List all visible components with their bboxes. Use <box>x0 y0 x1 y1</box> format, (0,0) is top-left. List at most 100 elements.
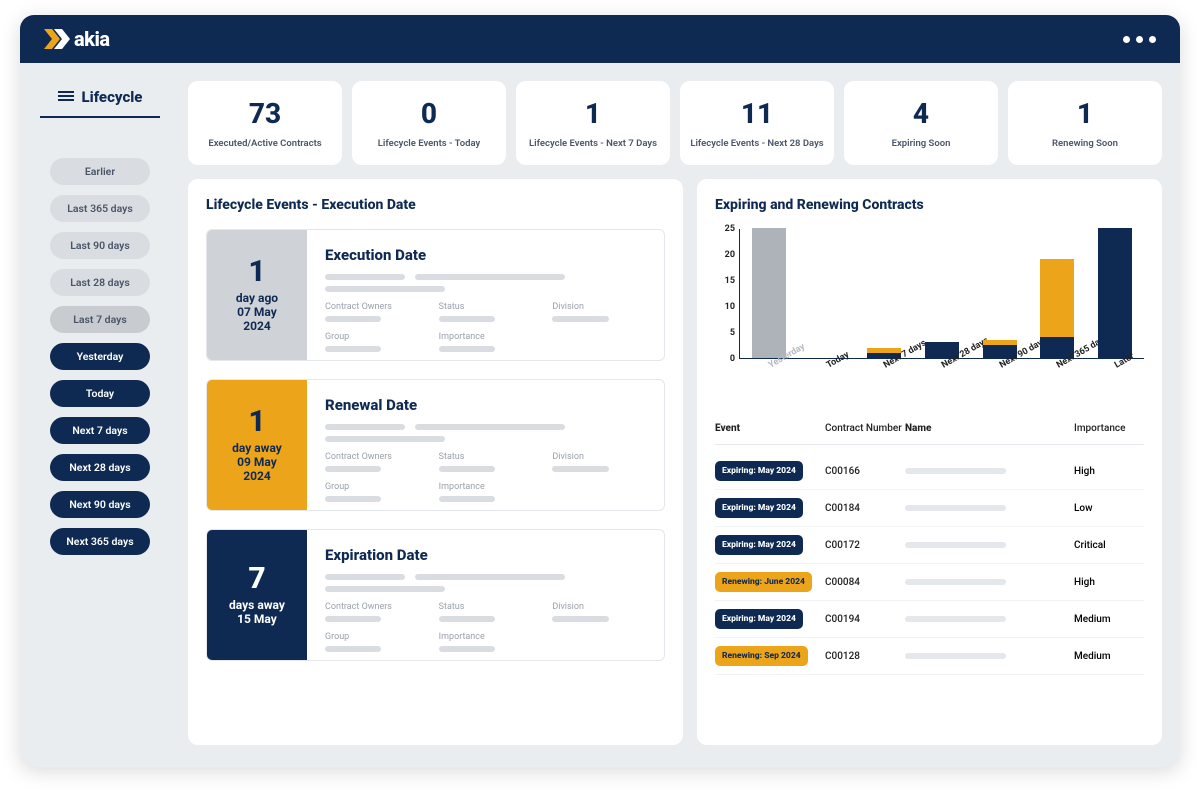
stat-value: 1 <box>524 97 662 130</box>
event-title: Expiration Date <box>325 546 646 564</box>
contract-name <box>905 542 1074 548</box>
logo-mark-icon <box>44 29 70 49</box>
filter-pill[interactable]: Last 90 days <box>50 232 150 259</box>
stat-card: 4 Expiring Soon <box>844 81 998 165</box>
contract-name <box>905 505 1074 511</box>
contract-number: C00084 <box>825 577 905 588</box>
contract-name <box>905 616 1074 622</box>
stat-card: 73 Executed/Active Contracts <box>188 81 342 165</box>
contract-number: C00194 <box>825 614 905 625</box>
stat-value: 0 <box>360 97 498 130</box>
filter-pill[interactable]: Next 28 days <box>50 454 150 481</box>
stat-card: 0 Lifecycle Events - Today <box>352 81 506 165</box>
topbar: akia <box>20 15 1180 63</box>
contract-name <box>905 653 1074 659</box>
logo-text: akia <box>74 27 110 51</box>
event-date-badge: 7days away15 May <box>207 530 307 660</box>
table-row[interactable]: Expiring: May 2024 C00184 Low <box>715 490 1144 527</box>
chart-bar: Today <box>798 229 856 358</box>
event-badge: Expiring: May 2024 <box>715 461 803 481</box>
filter-pill[interactable]: Last 28 days <box>50 269 150 296</box>
stat-label: Lifecycle Events - Next 28 Days <box>688 138 826 149</box>
event-title: Renewal Date <box>325 396 646 414</box>
stat-value: 4 <box>852 97 990 130</box>
stat-label: Executed/Active Contracts <box>196 138 334 149</box>
stat-value: 73 <box>196 97 334 130</box>
event-badge: Expiring: May 2024 <box>715 535 803 555</box>
importance: High <box>1074 466 1144 477</box>
app-frame: akia Lifecycle Earlier Last 365 days Last … <box>20 15 1180 767</box>
sidebar-title: Lifecycle <box>40 88 160 118</box>
table-row[interactable]: Expiring: May 2024 C00194 Medium <box>715 601 1144 638</box>
filter-pill[interactable]: Earlier <box>50 158 150 185</box>
contract-number: C00166 <box>825 466 905 477</box>
event-card[interactable]: 7days away15 MayExpiration DateContract … <box>206 529 665 661</box>
event-badge: Renewing: June 2024 <box>715 572 812 592</box>
logo: akia <box>44 27 110 51</box>
filter-pill[interactable]: Last 7 days <box>50 306 150 333</box>
event-date-badge: 1day ago07 May2024 <box>207 230 307 360</box>
table-row[interactable]: Renewing: Sep 2024 C00128 Medium <box>715 638 1144 675</box>
stat-label: Expiring Soon <box>852 138 990 149</box>
stat-card: 1 Renewing Soon <box>1008 81 1162 165</box>
contract-number: C00172 <box>825 540 905 551</box>
list-icon <box>58 91 74 103</box>
panel-expiring-renewing: Expiring and Renewing Contracts 05101520… <box>697 179 1162 745</box>
chart-bar: Yesterday <box>740 229 798 358</box>
importance: High <box>1074 577 1144 588</box>
event-badge: Expiring: May 2024 <box>715 498 803 518</box>
importance: Low <box>1074 503 1144 514</box>
importance: Medium <box>1074 651 1144 662</box>
chart-bar: Next 28 days <box>913 229 971 358</box>
filter-pill[interactable]: Last 365 days <box>50 195 150 222</box>
event-body: Execution DateContract OwnersStatusDivis… <box>307 230 664 360</box>
filter-pill[interactable]: Next 7 days <box>50 417 150 444</box>
contracts-table: Event Contract Number Name Importance Ex… <box>715 423 1144 675</box>
col-event: Event <box>715 423 825 434</box>
filter-pill[interactable]: Yesterday <box>50 343 150 370</box>
col-name: Name <box>905 423 1074 434</box>
filter-pill[interactable]: Today <box>50 380 150 407</box>
filter-pill[interactable]: Next 365 days <box>50 528 150 555</box>
col-importance: Importance <box>1074 423 1144 434</box>
event-badge: Expiring: May 2024 <box>715 609 803 629</box>
panel-lifecycle-events: Lifecycle Events - Execution Date 1day a… <box>188 179 683 745</box>
stat-value: 1 <box>1016 97 1154 130</box>
chart-bar: Next 7 days <box>855 229 913 358</box>
importance: Critical <box>1074 540 1144 551</box>
panel-title: Lifecycle Events - Execution Date <box>206 197 665 213</box>
stat-label: Renewing Soon <box>1016 138 1154 149</box>
contract-name <box>905 468 1074 474</box>
stat-value: 11 <box>688 97 826 130</box>
event-date-badge: 1day away09 May2024 <box>207 380 307 510</box>
table-header: Event Contract Number Name Importance <box>715 423 1144 445</box>
more-icon[interactable] <box>1123 36 1156 43</box>
event-body: Renewal DateContract OwnersStatusDivisio… <box>307 380 664 510</box>
contract-number: C00128 <box>825 651 905 662</box>
stats-row: 73 Executed/Active Contracts 0 Lifecycle Ev… <box>188 81 1162 165</box>
table-row[interactable]: Renewing: June 2024 C00084 High <box>715 564 1144 601</box>
chart-bar: Next 90 days <box>971 229 1029 358</box>
contract-name <box>905 579 1074 585</box>
chart-bar: Next 365 days <box>1029 229 1087 358</box>
stat-label: Lifecycle Events - Today <box>360 138 498 149</box>
contract-number: C00184 <box>825 503 905 514</box>
event-body: Expiration DateContract OwnersStatusDivi… <box>307 530 664 660</box>
chart-bar: Later <box>1086 229 1144 358</box>
stat-label: Lifecycle Events - Next 7 Days <box>524 138 662 149</box>
event-card[interactable]: 1day away09 May2024Renewal DateContract … <box>206 379 665 511</box>
sidebar-title-label: Lifecycle <box>82 88 143 106</box>
sidebar: Lifecycle Earlier Last 365 days Last 90 da… <box>20 63 180 767</box>
table-row[interactable]: Expiring: May 2024 C00172 Critical <box>715 527 1144 564</box>
chart: 0510152025 YesterdayTodayNext 7 daysNext… <box>715 229 1144 399</box>
panel-title: Expiring and Renewing Contracts <box>715 197 1144 213</box>
filter-pill[interactable]: Next 90 days <box>50 491 150 518</box>
event-title: Execution Date <box>325 246 646 264</box>
table-row[interactable]: Expiring: May 2024 C00166 High <box>715 453 1144 490</box>
stat-card: 11 Lifecycle Events - Next 28 Days <box>680 81 834 165</box>
event-badge: Renewing: Sep 2024 <box>715 646 808 666</box>
col-contract-number: Contract Number <box>825 423 905 434</box>
stat-card: 1 Lifecycle Events - Next 7 Days <box>516 81 670 165</box>
event-card[interactable]: 1day ago07 May2024Execution DateContract… <box>206 229 665 361</box>
importance: Medium <box>1074 614 1144 625</box>
